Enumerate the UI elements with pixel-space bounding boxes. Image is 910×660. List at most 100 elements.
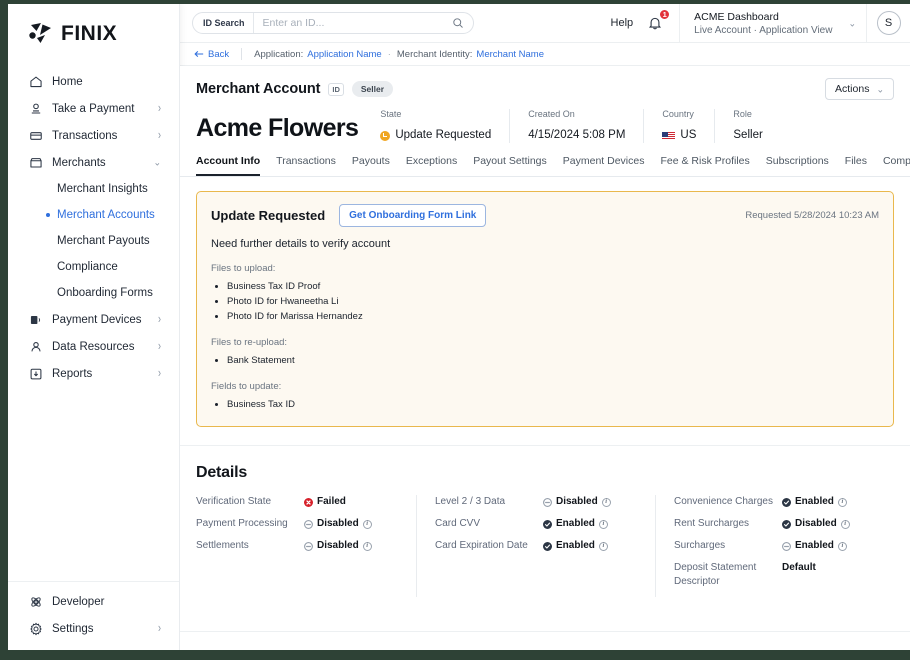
us-flag-icon bbox=[662, 131, 676, 140]
sidebar-item-take-a-payment[interactable]: Take a Payment › bbox=[18, 95, 169, 122]
sidebar-item-label: Data Resources bbox=[52, 340, 135, 353]
top-bar-right: Help 1 ACME Dashboard Live Account · App… bbox=[599, 4, 910, 42]
failed-icon bbox=[304, 497, 313, 507]
reports-icon bbox=[28, 366, 43, 381]
callout-header: Update Requested Get Onboarding Form Lin… bbox=[211, 204, 879, 227]
callout-title: Update Requested bbox=[211, 208, 326, 223]
detail-value-wrap: Enabled i bbox=[782, 539, 847, 553]
detail-value-wrap: Disabled i bbox=[304, 517, 372, 531]
info-icon[interactable]: i bbox=[598, 519, 608, 529]
detail-key: Rent Surcharges bbox=[674, 518, 750, 529]
avatar[interactable]: S bbox=[876, 11, 901, 35]
detail-row-payment-processing: Payment Processing Disabled i bbox=[196, 517, 402, 531]
sidebar-item-settings[interactable]: Settings › bbox=[18, 615, 169, 642]
merchants-icon bbox=[28, 155, 43, 170]
notifications-button[interactable]: 1 bbox=[645, 9, 679, 31]
actions-button[interactable]: Actions ⌄ bbox=[825, 78, 894, 100]
back-button[interactable]: Back bbox=[194, 49, 241, 60]
detail-row-surcharges: Surcharges Enabled i bbox=[674, 539, 880, 553]
sidebar-item-merchants[interactable]: Merchants ⌄ bbox=[18, 149, 169, 176]
callout-group-files-to-reupload: Files to re-upload: Bank Statement bbox=[211, 337, 879, 368]
meta-country: Country US bbox=[643, 109, 714, 143]
info-icon[interactable]: i bbox=[362, 541, 372, 551]
get-onboarding-form-link-button[interactable]: Get Onboarding Form Link bbox=[339, 204, 487, 227]
detail-key: Settlements bbox=[196, 540, 249, 551]
meta-value-wrap: 4/15/2024 5:08 PM bbox=[528, 128, 625, 143]
tab-account-info[interactable]: Account Info bbox=[196, 155, 261, 176]
finix-logo-icon bbox=[28, 22, 54, 46]
info-icon[interactable]: i bbox=[837, 541, 847, 551]
copy-id-button[interactable]: ID bbox=[328, 82, 344, 96]
meta-label: State bbox=[380, 109, 402, 119]
list-item: Photo ID for Hwaneetha Li bbox=[227, 294, 879, 309]
detail-row-level-2-3-data: Level 2 / 3 Data Disabled i bbox=[435, 495, 641, 509]
detail-value-wrap: Enabled i bbox=[782, 495, 847, 509]
sidebar-item-compliance[interactable]: Compliance bbox=[18, 254, 169, 280]
info-icon[interactable]: i bbox=[840, 519, 850, 529]
tab-files[interactable]: Files bbox=[845, 155, 867, 176]
detail-value: Enabled bbox=[556, 540, 595, 551]
meta-value: 4/15/2024 5:08 PM bbox=[528, 129, 626, 141]
detail-value: Disabled bbox=[556, 496, 598, 507]
detail-value-wrap: Default bbox=[782, 561, 816, 575]
tab-payouts[interactable]: Payouts bbox=[352, 155, 390, 176]
sidebar-item-payment-devices[interactable]: Payment Devices › bbox=[18, 306, 169, 333]
sidebar-subitem-label: Merchant Payouts bbox=[57, 235, 150, 247]
id-search-tag: ID Search bbox=[193, 13, 254, 33]
sidebar-item-onboarding-forms[interactable]: Onboarding Forms bbox=[18, 280, 169, 306]
meta-value: US bbox=[680, 129, 697, 141]
tab-compliance[interactable]: Compliance bbox=[883, 155, 910, 176]
sidebar-item-developer[interactable]: Developer bbox=[18, 588, 169, 615]
breadcrumb-dot: · bbox=[387, 48, 391, 60]
page-scroll-area[interactable]: Merchant Account ID Seller Actions ⌄ Acm… bbox=[180, 66, 910, 654]
info-icon[interactable]: i bbox=[837, 497, 847, 507]
sidebar-item-transactions[interactable]: Transactions › bbox=[18, 122, 169, 149]
page-header: Merchant Account ID Seller Actions ⌄ Acm… bbox=[180, 66, 910, 147]
tab-fee-risk-profiles[interactable]: Fee & Risk Profiles bbox=[660, 155, 749, 176]
avatar-cell[interactable]: S bbox=[866, 4, 910, 42]
account-subtitle: Live Account · Application View bbox=[694, 24, 832, 37]
breadcrumb-identity-link[interactable]: Merchant Name bbox=[476, 49, 544, 60]
tab-exceptions[interactable]: Exceptions bbox=[406, 155, 457, 176]
callout-list: Business Tax ID bbox=[211, 397, 879, 412]
sidebar-item-label: Take a Payment bbox=[52, 102, 135, 115]
help-link[interactable]: Help bbox=[599, 17, 646, 29]
tab-subscriptions[interactable]: Subscriptions bbox=[766, 155, 829, 176]
enabled-icon bbox=[782, 497, 791, 507]
id-search[interactable]: ID Search bbox=[192, 12, 474, 34]
detail-row-card-expiration-date: Card Expiration Date Enabled i bbox=[435, 539, 641, 553]
sidebar-item-reports[interactable]: Reports › bbox=[18, 360, 169, 387]
search-icon[interactable] bbox=[452, 17, 473, 29]
sidebar-item-merchant-insights[interactable]: Merchant Insights bbox=[18, 176, 169, 202]
sidebar-item-home[interactable]: Home bbox=[18, 68, 169, 95]
sidebar-item-data-resources[interactable]: Data Resources › bbox=[18, 333, 169, 360]
search-input[interactable] bbox=[253, 17, 452, 29]
sidebar-item-label: Merchants bbox=[52, 156, 106, 169]
info-icon[interactable]: i bbox=[598, 541, 608, 551]
info-icon[interactable]: i bbox=[601, 497, 611, 507]
tab-payout-settings[interactable]: Payout Settings bbox=[473, 155, 547, 176]
tab-transactions[interactable]: Transactions bbox=[276, 155, 336, 176]
tab-payment-devices[interactable]: Payment Devices bbox=[563, 155, 645, 176]
meta-value-wrap: Seller bbox=[733, 128, 762, 143]
brand-logo[interactable]: FINIX bbox=[8, 4, 179, 68]
account-sep: · bbox=[753, 24, 758, 36]
clock-icon bbox=[380, 130, 391, 141]
arrow-left-icon bbox=[194, 51, 204, 57]
breadcrumb-application-label: Application: bbox=[254, 48, 304, 60]
info-icon[interactable]: i bbox=[362, 519, 372, 529]
account-switcher[interactable]: ACME Dashboard Live Account · Applicatio… bbox=[679, 4, 866, 42]
callout-group-label: Files to re-upload: bbox=[211, 337, 288, 348]
breadcrumb-application-link[interactable]: Application Name bbox=[307, 49, 381, 60]
meta-role: Role Seller bbox=[714, 109, 780, 143]
chevron-right-icon: › bbox=[158, 100, 161, 116]
breadcrumb-identity-label: Merchant Identity: bbox=[396, 48, 473, 60]
home-icon bbox=[28, 74, 43, 89]
disabled-icon bbox=[543, 497, 552, 507]
sidebar-item-merchant-payouts[interactable]: Merchant Payouts bbox=[18, 228, 169, 254]
page-eyebrow: Merchant Account bbox=[196, 81, 321, 97]
sidebar-item-merchant-accounts[interactable]: Merchant Accounts bbox=[18, 202, 169, 228]
brand-name: FINIX bbox=[61, 22, 118, 45]
enabled-icon bbox=[543, 541, 552, 551]
payment-icon bbox=[28, 101, 43, 116]
